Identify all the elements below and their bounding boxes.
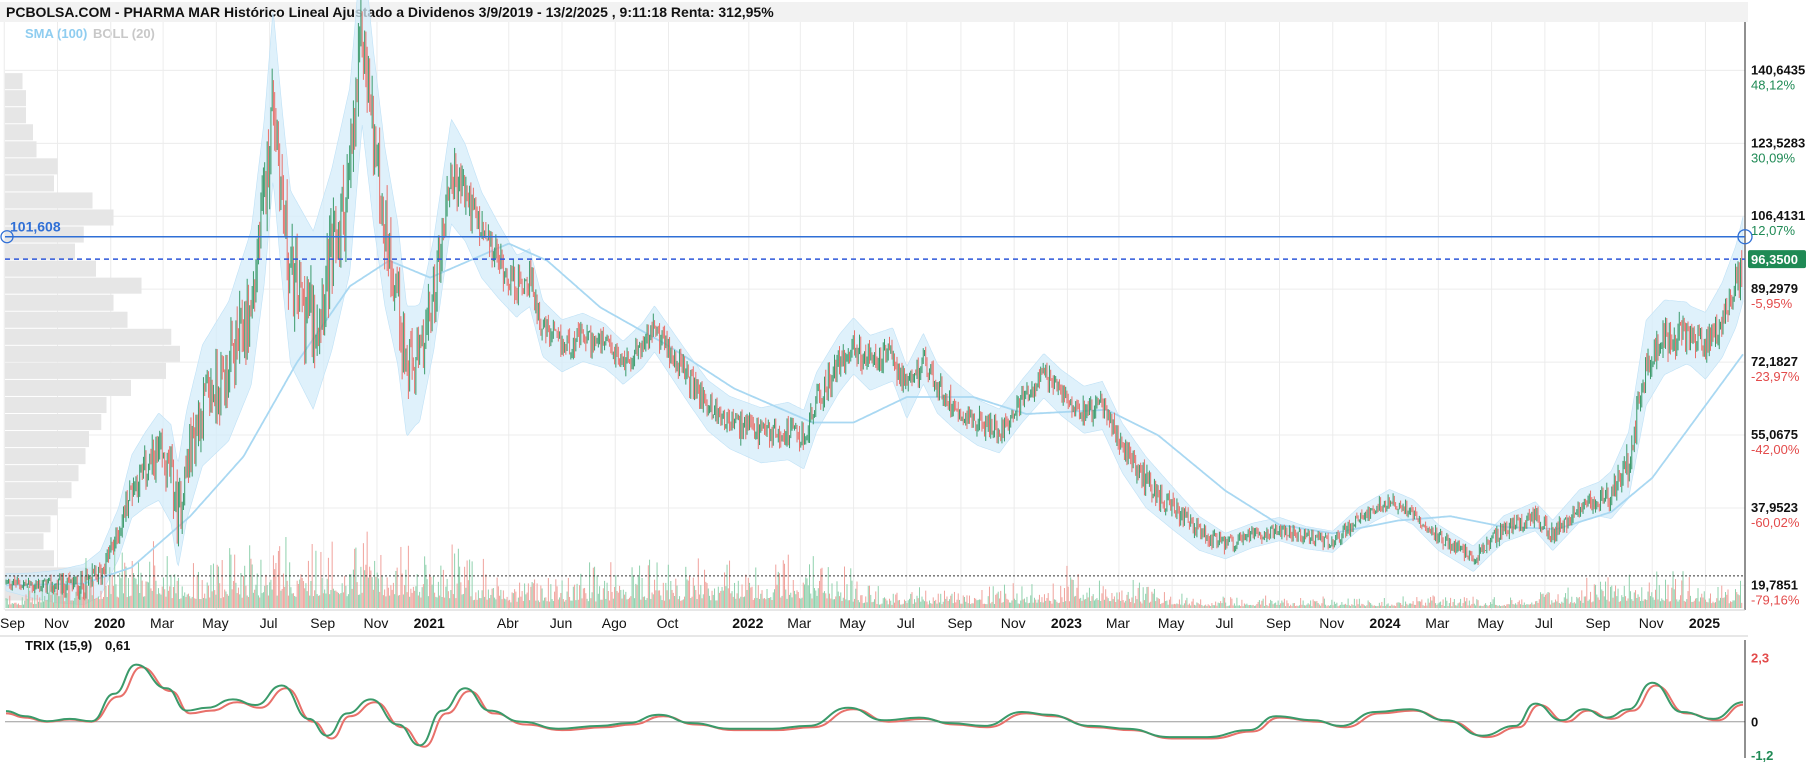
trix-tick-label: -1,2 [1751,748,1773,763]
volume-profile-bar [5,243,75,260]
time-tick-label: Sep [1586,615,1611,631]
volume-profile-bar [5,362,166,379]
time-tick-label: Mar [150,615,174,631]
time-tick-label: 2023 [1051,615,1082,631]
volume-profile-bar [5,124,33,141]
trix-title: TRIX (15,9) [25,638,92,653]
price-tick-label: 106,4131 [1751,208,1805,223]
price-tick-pct: 30,09% [1751,150,1796,165]
time-tick-label: May [839,615,865,631]
trix-tick-label: 2,3 [1751,651,1769,666]
volume-profile-bar [5,107,26,124]
volume-profile-bar [5,311,128,328]
price-tick-pct: -5,95% [1751,296,1793,311]
last-price-label: 96,3500 [1751,252,1798,267]
volume-profile-bar [5,294,114,311]
trix-tick-label: 0 [1751,715,1758,730]
price-axis: 140,643548,12% 123,528330,09% 106,413112,0… [1748,62,1806,607]
volume-profile-bar [5,499,58,516]
time-tick-label: Jul [260,615,278,631]
chart-title: PCBOLSA.COM - PHARMA MAR Histórico Linea… [6,4,774,20]
price-tick-label: 89,2979 [1751,281,1798,296]
legend-boll[interactable]: BOLL (20) [93,26,155,41]
time-tick-label: Sep [0,615,25,631]
volume-profile-bar [5,192,93,209]
time-tick-label: Nov [1639,615,1664,631]
time-tick-label: 2024 [1369,615,1400,631]
volume-profile-bar [5,345,180,362]
time-tick-label: Sep [310,615,335,631]
volume-profile-bar [5,448,86,465]
trix-lines [5,640,1746,758]
time-tick-label: May [1158,615,1184,631]
time-tick-label: Ago [602,615,627,631]
sma-line [6,242,1744,587]
time-tick-label: Jul [1535,615,1553,631]
time-tick-label: May [202,615,228,631]
time-tick-label: 2021 [414,615,445,631]
volume-profile-bar [5,158,58,175]
price-tick-label: 55,0675 [1751,427,1798,442]
time-tick-label: Jun [550,615,573,631]
volume-profile-bar [5,73,23,90]
time-tick-label: May [1477,615,1503,631]
volume-profile-bar [5,277,142,294]
time-tick-label: 2025 [1689,615,1720,631]
time-tick-label: Mar [1425,615,1449,631]
time-tick-label: Oct [657,615,679,631]
price-tick-label: 19,7851 [1751,577,1798,592]
time-tick-label: 2022 [732,615,763,631]
volume-profile-bar [5,414,102,431]
bollinger-band [5,0,1744,606]
price-tick-pct: -42,00% [1751,442,1800,457]
volume-profile-bar [5,431,89,448]
price-tick-label: 72,1827 [1751,354,1798,369]
trix-value: 0,61 [105,638,130,653]
volume-profile-bar [5,90,26,107]
time-tick-label: Jul [1215,615,1233,631]
price-tick-label: 123,5283 [1751,135,1805,150]
time-tick-label: Nov [364,615,389,631]
volume-profile-bar [5,379,131,396]
time-tick-label: Nov [1319,615,1344,631]
volume-profile-bar [5,260,96,277]
price-tick-pct: -23,97% [1751,369,1800,384]
time-tick-label: 2020 [94,615,125,631]
time-tick-label: Nov [1001,615,1026,631]
time-tick-label: Sep [947,615,972,631]
price-candles [5,0,1743,601]
trix-axis: 2,3 0 -1,2 [1751,651,1773,763]
price-tick-pct: -79,16% [1751,592,1800,607]
price-tick-label: 37,9523 [1751,500,1798,515]
price-tick-label: 140,6435 [1751,62,1805,77]
horizontal-line-label: 101,608 [10,219,61,235]
price-tick-pct: 12,07% [1751,223,1796,238]
volume-profile-bar [5,175,54,192]
volume-profile-bar [5,396,107,413]
price-tick-pct: 48,12% [1751,77,1796,92]
stock-chart: PCBOLSA.COM - PHARMA MAR Histórico Linea… [0,0,1806,763]
bollinger-band-area [5,0,1744,606]
sma-100-line [6,242,1744,587]
time-tick-label: Sep [1266,615,1291,631]
time-tick-label: Mar [1106,615,1130,631]
volume-profile-bar [5,465,79,482]
volume-profile [5,73,180,601]
volume-profile-bar [5,516,51,533]
time-tick-label: Jul [897,615,915,631]
price-tick-pct: -60,02% [1751,515,1800,530]
time-tick-label: Abr [497,615,519,631]
legend-sma[interactable]: SMA (100) [25,26,87,41]
time-tick-label: Mar [787,615,811,631]
volume-profile-bar [5,482,72,499]
volume-profile-bar [5,550,54,567]
time-tick-label: Nov [44,615,69,631]
volume-profile-bar [5,328,172,345]
volume-profile-bar [5,141,37,158]
time-axis: Sep Nov 2020 Mar May Jul Sep Nov 2021 Abr Jun Ago Oc… [0,615,1720,631]
volume-profile-bar [5,533,44,550]
